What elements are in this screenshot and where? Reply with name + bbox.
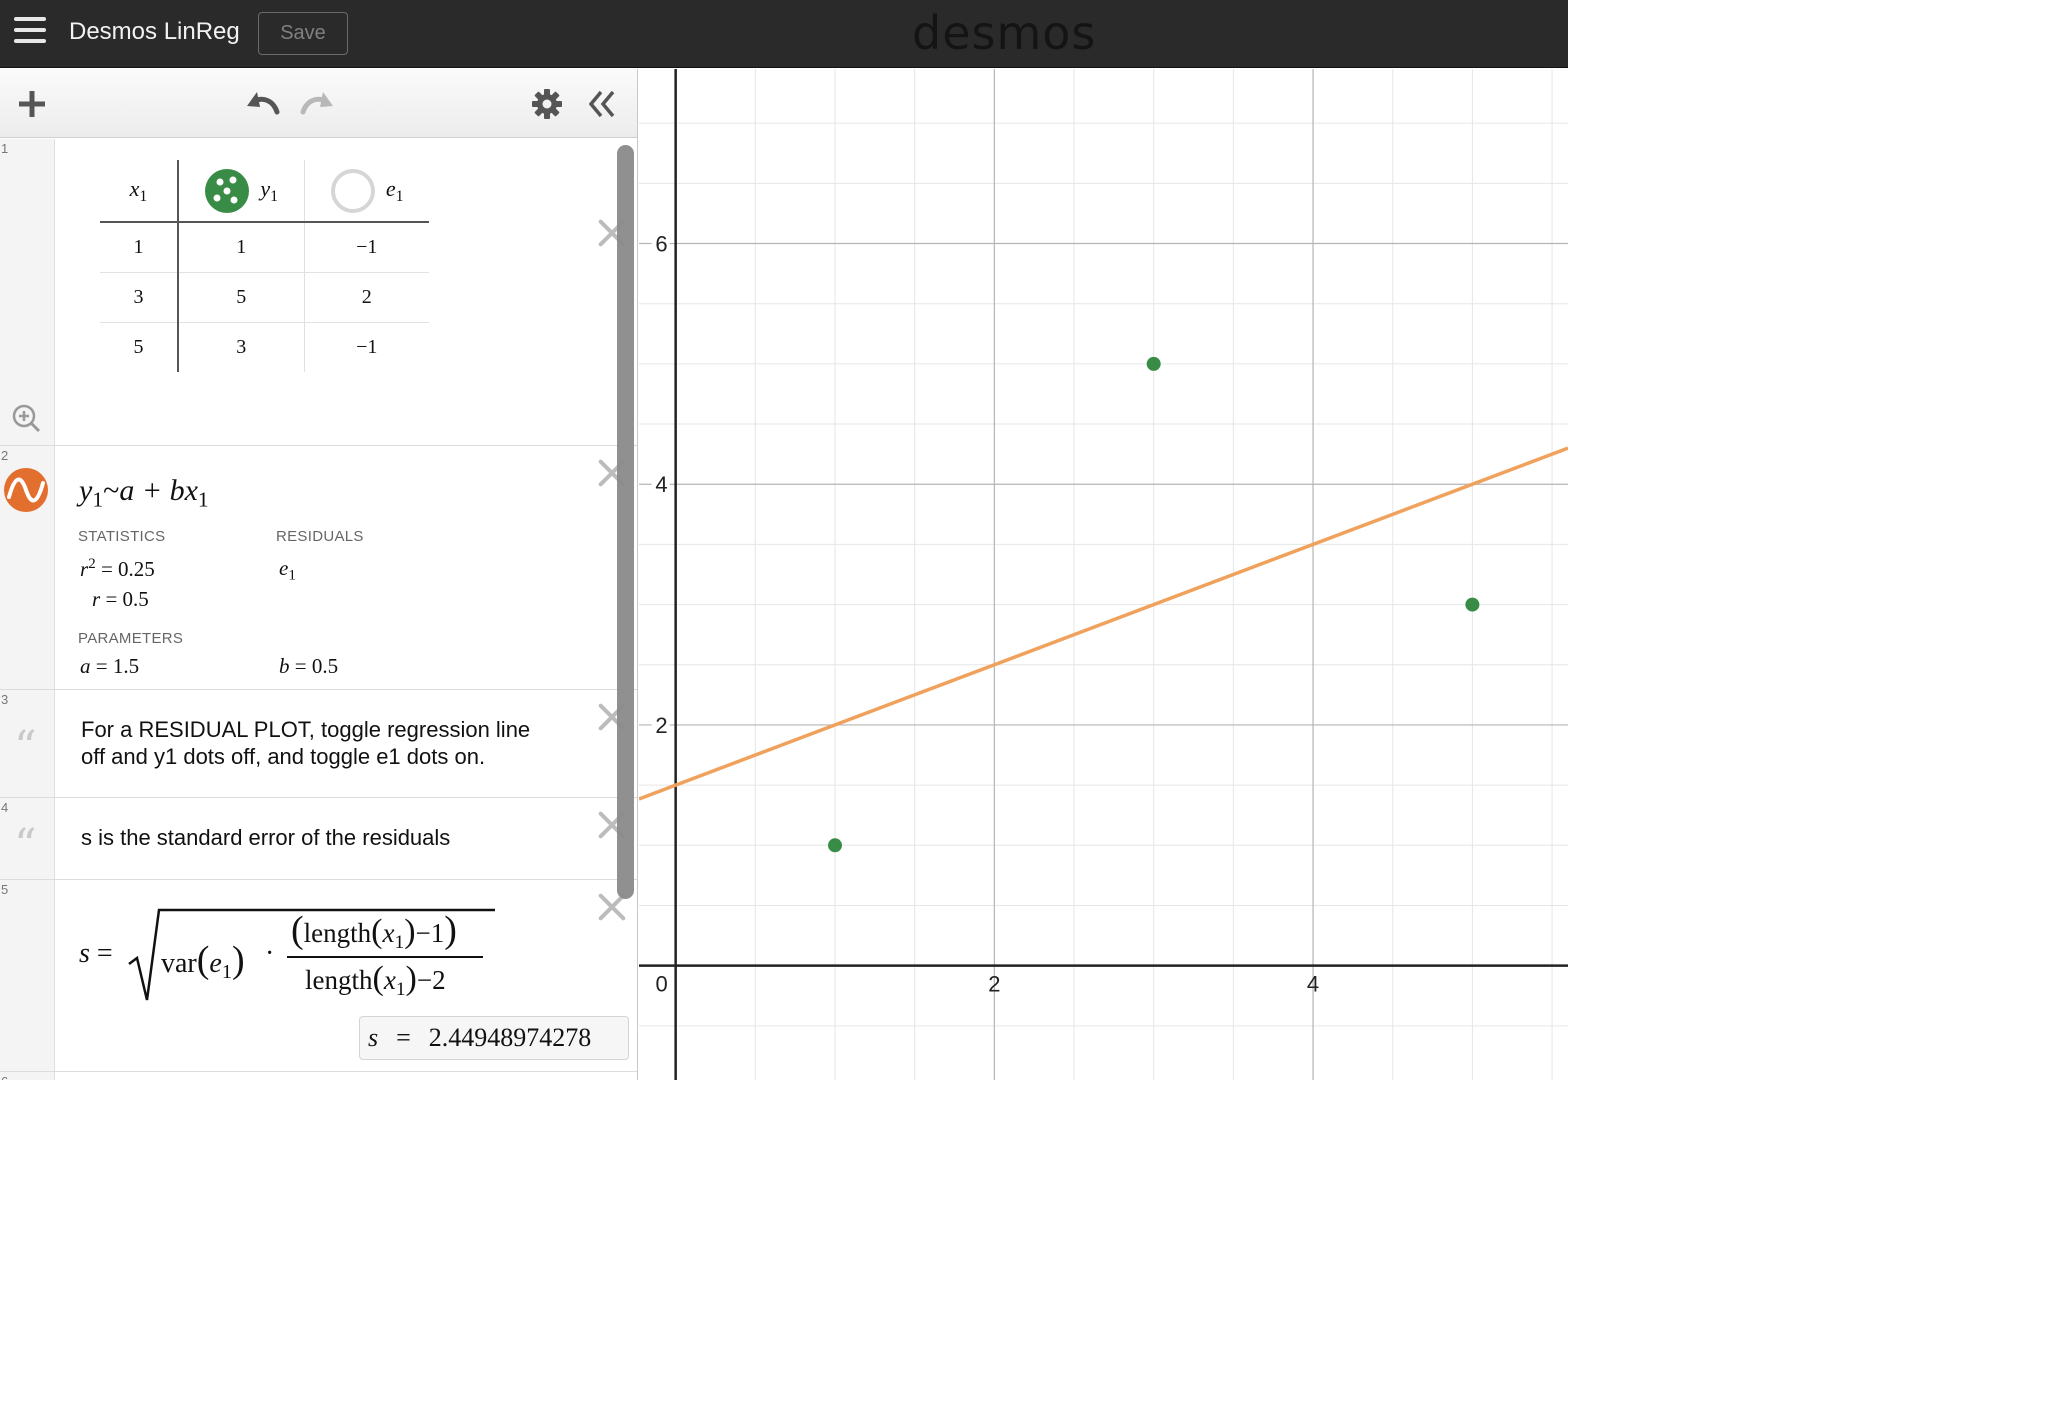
quote-icon: “	[14, 722, 37, 773]
expression-gutter: 6	[0, 1072, 55, 1080]
table-cell[interactable]: −1	[304, 222, 429, 273]
column-header-x1[interactable]: x1	[100, 160, 179, 223]
graph-canvas[interactable]: 0 2 4 2 4 6	[639, 69, 1568, 1080]
table-cell[interactable]: −1	[304, 322, 429, 372]
expression-list-scrollbar[interactable]	[617, 145, 634, 899]
table-cell[interactable]: 1	[100, 222, 179, 273]
residuals-label: RESIDUALS	[276, 528, 364, 545]
parameter-a: a = 1.5	[80, 654, 140, 678]
expression-table[interactable]: 1 x1 y1 e1 1 1 −1 3 5 2 5 3 −1	[0, 139, 637, 446]
expression-number: 3	[1, 692, 9, 707]
x-tick-label: 4	[1307, 972, 1319, 997]
gear-icon[interactable]	[525, 83, 569, 125]
plus-icon[interactable]	[10, 83, 54, 125]
expression-gutter: 2	[0, 446, 55, 689]
save-button[interactable]: Save	[258, 12, 348, 55]
table-cell[interactable]: 1	[178, 222, 305, 273]
points-toggle-off-icon[interactable]	[330, 168, 376, 214]
x-tick-label: 2	[988, 972, 1000, 997]
data-point	[827, 838, 842, 853]
r-value: r = 0.5	[92, 587, 149, 611]
table-row: 5 3 −1	[100, 322, 429, 372]
expression-number: 5	[1, 882, 9, 897]
expression-regression[interactable]: 2 y1~a + bx1 STATISTICS RESIDUALS r2 = 0…	[0, 446, 637, 690]
expression-gutter: 1	[0, 139, 55, 445]
expression-note[interactable]: 4 “ s is the standard error of the resid…	[0, 798, 637, 880]
x-tick-label: 0	[656, 972, 668, 997]
double-chevron-left-icon[interactable]	[580, 83, 624, 125]
data-point	[1146, 356, 1161, 371]
y-tick-label: 6	[655, 232, 667, 257]
graph-title[interactable]: Desmos LinReg	[69, 18, 240, 46]
top-bar: Desmos LinReg Save desmos	[0, 0, 1568, 68]
y-tick-label: 4	[655, 472, 667, 497]
quote-icon: “	[14, 820, 37, 871]
note-text[interactable]: s is the standard error of the residuals	[81, 824, 450, 851]
standard-error-formula[interactable]: s = var(e1) · (length(x1)−1) length(x1)−…	[79, 902, 509, 1002]
regression-formula[interactable]: y1~a + bx1	[79, 474, 209, 512]
expression-number: 1	[1, 141, 9, 156]
undo-icon[interactable]	[240, 83, 284, 125]
expression-number: 4	[1, 800, 9, 815]
expression-number: 6	[1, 1074, 8, 1080]
redo-icon[interactable]	[296, 83, 340, 125]
graph-paper[interactable]: 0 2 4 2 4 6	[639, 69, 1568, 1080]
table-cell[interactable]: 5	[178, 272, 305, 323]
expression-gutter: 4 “	[0, 798, 55, 879]
expression-gutter: 5	[0, 880, 55, 1071]
statistics-label: STATISTICS	[78, 528, 166, 545]
table-row: 1 1 −1	[100, 222, 429, 273]
data-table: x1 y1 e1 1 1 −1 3 5 2 5 3 −1	[100, 160, 429, 372]
parameter-b: b = 0.5	[279, 654, 339, 678]
zoom-fit-icon[interactable]	[11, 403, 41, 433]
expression-gutter: 3 “	[0, 690, 55, 797]
data-point	[1465, 597, 1480, 612]
table-cell[interactable]: 2	[304, 272, 429, 323]
expression-toolbar	[0, 69, 637, 138]
table-header-row: x1 y1 e1	[100, 160, 429, 223]
column-header-e1[interactable]: e1	[304, 160, 429, 223]
expression-list-panel: 1 x1 y1 e1 1 1 −1 3 5 2 5 3 −1 2 y1~a + …	[0, 69, 638, 1080]
expression-number: 2	[1, 448, 9, 463]
y-tick-label: 2	[655, 713, 667, 738]
column-header-y1[interactable]: y1	[178, 160, 305, 223]
regression-line	[639, 446, 1568, 801]
r-squared-value: r2 = 0.25	[80, 556, 155, 581]
table-cell[interactable]: 5	[100, 322, 179, 372]
table-row: 3 5 2	[100, 272, 429, 323]
hamburger-menu-icon[interactable]	[14, 17, 46, 47]
desmos-logo: desmos	[912, 6, 1097, 60]
note-text[interactable]: For a RESIDUAL PLOT, toggle regression l…	[81, 716, 530, 770]
expression-empty[interactable]: 6	[0, 1072, 637, 1080]
parameters-label: PARAMETERS	[78, 630, 184, 647]
points-toggle-icon[interactable]	[204, 168, 250, 214]
residuals-variable[interactable]: e1	[279, 556, 296, 585]
evaluation-result: s = 2.44948974278	[359, 1016, 629, 1060]
table-cell[interactable]: 3	[100, 272, 179, 323]
table-cell[interactable]: 3	[178, 322, 305, 372]
regression-wave-icon[interactable]	[3, 467, 49, 513]
expression-note[interactable]: 3 “ For a RESIDUAL PLOT, toggle regressi…	[0, 690, 637, 798]
